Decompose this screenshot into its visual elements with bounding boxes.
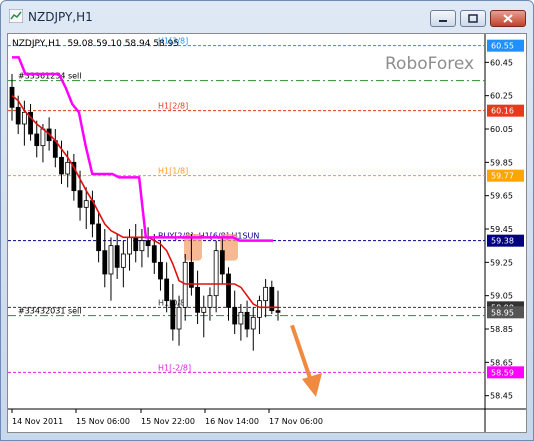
y-tick-label: 59.65 xyxy=(490,192,513,201)
chart-plot-area[interactable]: H1[3/8] H1[2/8] H1[1/8] BUY[2/8]: H1[6/8] H… xyxy=(7,33,527,433)
candle-body xyxy=(108,245,114,275)
title-bar[interactable]: NZDJPY,H1 xyxy=(1,1,533,31)
magenta-moving-average-line xyxy=(12,56,273,242)
candle-body xyxy=(77,190,83,208)
close-icon xyxy=(503,14,513,23)
maximize-icon xyxy=(468,14,478,23)
candle-body xyxy=(164,278,170,302)
candle-body xyxy=(201,306,207,313)
close-button[interactable] xyxy=(490,10,526,27)
maximize-button[interactable] xyxy=(460,10,486,27)
y-tick-label: 60.45 xyxy=(490,58,513,67)
candle-body xyxy=(238,311,244,325)
candle-body xyxy=(59,156,64,175)
x-tick-label: 15 Nov 22:00 xyxy=(141,417,195,426)
y-tick-label: 59.85 xyxy=(490,158,513,167)
chart-symbol: NZDJPY,H1 xyxy=(12,39,61,49)
candle-body xyxy=(170,300,176,330)
candle-body xyxy=(176,306,182,330)
candle-body xyxy=(232,306,238,325)
candle-body xyxy=(195,286,200,313)
broker-watermark: RoboForex xyxy=(385,54,474,74)
y-tick-label: 60.05 xyxy=(490,125,513,134)
candle-body xyxy=(244,311,250,330)
price-chart[interactable]: H1[3/8]H1[2/8]H1[1/8]BUY[2/8]: H1[6/8] H… xyxy=(8,34,526,432)
window-title: NZDJPY,H1 xyxy=(28,10,93,24)
candle-body xyxy=(40,128,46,147)
chart-ohlc: 59.08 59.10 58.94 58.95 xyxy=(67,39,179,49)
candle-body xyxy=(213,250,219,297)
level-label: H1[-2/8] xyxy=(158,363,191,372)
x-tick-label: 15 Nov 06:00 xyxy=(76,417,130,426)
level-label: H1[1/8] xyxy=(158,167,188,176)
candle-body xyxy=(139,240,145,252)
candle-body xyxy=(127,236,132,255)
order-label: #33432031 sell xyxy=(18,307,82,316)
candle-body xyxy=(226,273,231,308)
y-tick-label: 60.25 xyxy=(490,92,513,101)
candle-body xyxy=(158,261,163,280)
chart-window: NZDJPY,H1 H1[3/8] H1[2/8] H1[1/8] BUY[2/8]:… xyxy=(0,0,534,441)
level-label: H1[2/8] xyxy=(158,102,188,111)
candle-body xyxy=(182,261,188,308)
candle-body xyxy=(263,286,269,302)
candle-body xyxy=(21,111,27,125)
minimize-button[interactable] xyxy=(430,10,456,27)
price-badge-label: 60.55 xyxy=(491,42,514,51)
candle-body xyxy=(34,133,40,147)
price-badge-label: 58.95 xyxy=(491,308,514,317)
chart-icon xyxy=(9,9,23,23)
candle-body xyxy=(102,250,108,275)
y-tick-label: 58.85 xyxy=(490,325,513,334)
x-tick-label: 14 Nov 2011 xyxy=(12,417,63,426)
x-tick-label: 17 Nov 06:00 xyxy=(269,417,323,426)
price-badge-label: 59.77 xyxy=(491,172,514,181)
y-tick-label: 59.25 xyxy=(490,258,513,267)
candle-body xyxy=(96,223,102,252)
candle-body xyxy=(219,250,225,275)
price-badge-label: 58.59 xyxy=(491,368,514,377)
svg-text:NZDJPY,H1 59.08 59.10: NZDJPY,H1 59.08 59.10 58.94 58.95 xyxy=(12,39,179,49)
candle-body xyxy=(250,316,256,330)
red-moving-average-line xyxy=(11,95,278,309)
candle-body xyxy=(120,253,126,268)
candle-body xyxy=(133,236,139,252)
candle-body xyxy=(15,106,21,125)
candle-body xyxy=(145,240,151,247)
forecast-arrow-head xyxy=(302,373,322,397)
price-badge-label: 59.38 xyxy=(491,237,514,246)
y-tick-label: 58.65 xyxy=(490,358,513,367)
candle-body xyxy=(151,245,157,263)
candle-body xyxy=(207,295,213,308)
y-tick-label: 59.45 xyxy=(490,225,513,234)
minimize-icon xyxy=(439,20,447,22)
candle-body xyxy=(65,161,71,175)
candle-body xyxy=(83,200,89,208)
y-tick-label: 58.45 xyxy=(490,392,513,401)
x-tick-label: 16 Nov 14:00 xyxy=(205,417,259,426)
y-tick-label: 59.05 xyxy=(490,292,513,301)
candle-body xyxy=(257,300,262,318)
candle-body xyxy=(275,310,281,313)
price-badge-label: 60.16 xyxy=(491,107,514,116)
candle-body xyxy=(114,245,120,268)
